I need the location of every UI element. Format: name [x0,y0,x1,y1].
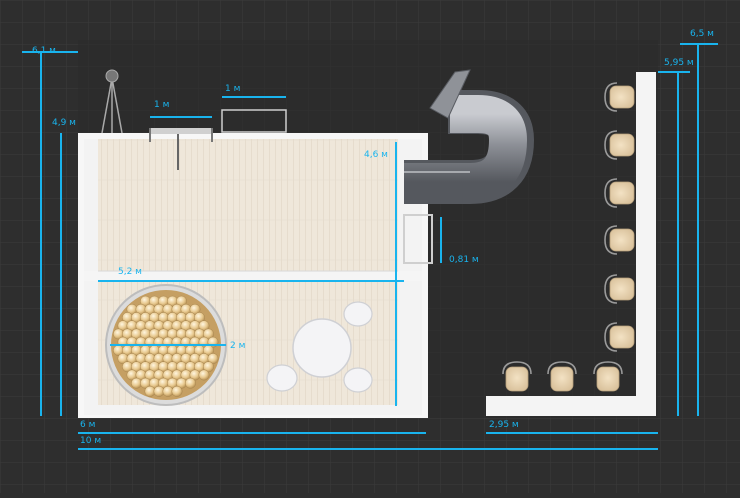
rail-left [150,128,212,134]
floor-plan: 6,1 м 4,9 м 1 м 1 м 4,6 м 0,81 м 5,2 м 2… [0,0,740,493]
chair-2 [343,367,373,393]
dim-label-top-left-rail: 1 м [154,100,170,110]
dim-label-left-outer: 6,1 м [32,46,56,56]
dim-label-total-width: 10 м [80,436,102,446]
dim-label-left-inner: 4,9 м [52,118,76,128]
stool-seat [505,366,529,392]
bottom-wall [84,405,422,415]
dim-label-top-mid-rail: 1 м [225,84,241,94]
dim-label-step: 0,81 м [449,255,479,265]
lamp-head [105,69,119,83]
stool-seat [609,85,635,109]
dim-label-right-outer: 6,5 м [690,29,714,39]
stool-seat [550,366,574,392]
floor-upper [98,139,398,271]
dim-label-bottom-width: 6 м [80,420,96,430]
dim-label-inner-vertical: 4,6 м [364,150,388,160]
stool-seat [609,277,635,301]
counter-horizontal [486,396,656,416]
ball [185,377,196,389]
stool-seat [609,133,635,157]
chair-3 [266,364,298,392]
dim-label-pit: 2 м [230,341,246,351]
floor-plan-svg [0,0,740,493]
stool-seat [596,366,620,392]
chair-1 [343,301,373,327]
stool-seat [609,325,635,349]
stool-seat [609,181,635,205]
round-table [292,318,352,378]
dim-label-right-inner: 5,95 м [664,58,694,68]
dim-label-counter-width: 2,95 м [489,420,519,430]
ball [198,369,210,381]
ball [171,385,183,397]
counter-vertical [636,72,656,416]
stool-seat [609,228,635,252]
dim-label-inner-width: 5,2 м [118,267,142,277]
